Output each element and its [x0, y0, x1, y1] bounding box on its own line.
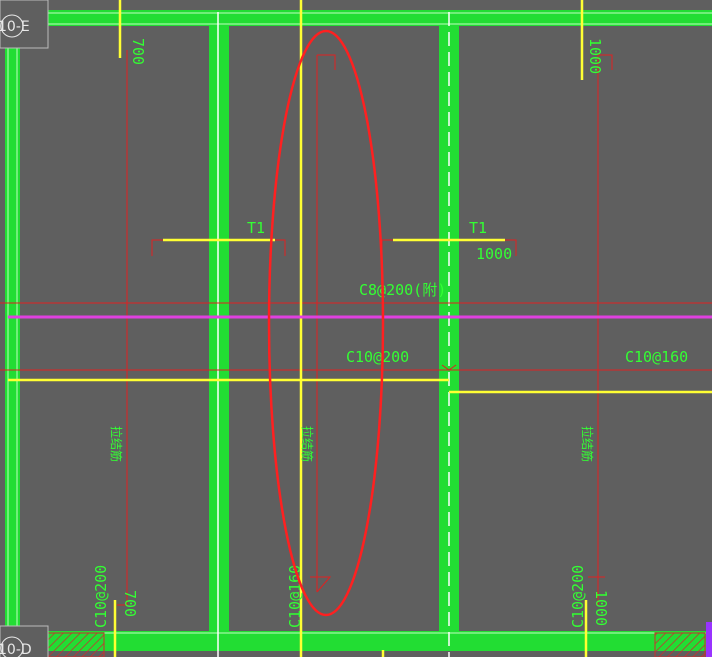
rebar-c10-200-bottom-right: C10@200: [569, 565, 587, 628]
rebar-c8-200-note: C8@200(附): [359, 281, 446, 299]
hatched-area-left: [47, 632, 105, 657]
hatched-area-right: [654, 632, 706, 657]
rebar-c10-160-bottom-mid: C10@160: [286, 565, 304, 628]
purple-marker: [706, 622, 712, 657]
dim-700-bottom: 700: [121, 590, 139, 617]
dim-700-top: 700: [129, 38, 147, 65]
dim-1000-t1: 1000: [476, 245, 512, 263]
dim-1000-top: 1000: [586, 38, 604, 74]
rebar-c10-200-bottom-left: C10@200: [92, 565, 110, 628]
axis-label-top: 10-E: [0, 19, 30, 35]
left-beam: [5, 10, 20, 651]
dim-1000-bottom: 1000: [592, 590, 610, 626]
axis-label-bottom: 10-D: [0, 642, 32, 657]
mid-beam: [209, 26, 229, 631]
note-mid: 拉结筋: [300, 426, 315, 462]
axis-marker-top: 10-E: [0, 0, 49, 49]
rebar-c10-160-right: C10@160: [625, 348, 688, 366]
bottom-beam: [0, 631, 712, 651]
axis-marker-bottom: 10-D: [0, 625, 49, 657]
t1-right-label: T1: [469, 219, 487, 237]
note-right: 拉结筋: [580, 426, 595, 462]
t1-left-label: T1: [247, 219, 265, 237]
note-left: 拉结筋: [109, 426, 124, 462]
drawing-background: [0, 0, 712, 657]
rebar-c10-200-mid: C10@200: [346, 348, 409, 366]
structural-drawing-canvas: 10-E 10-D T1 T1 1000 C8@200(附) C10@200 C…: [0, 0, 712, 657]
